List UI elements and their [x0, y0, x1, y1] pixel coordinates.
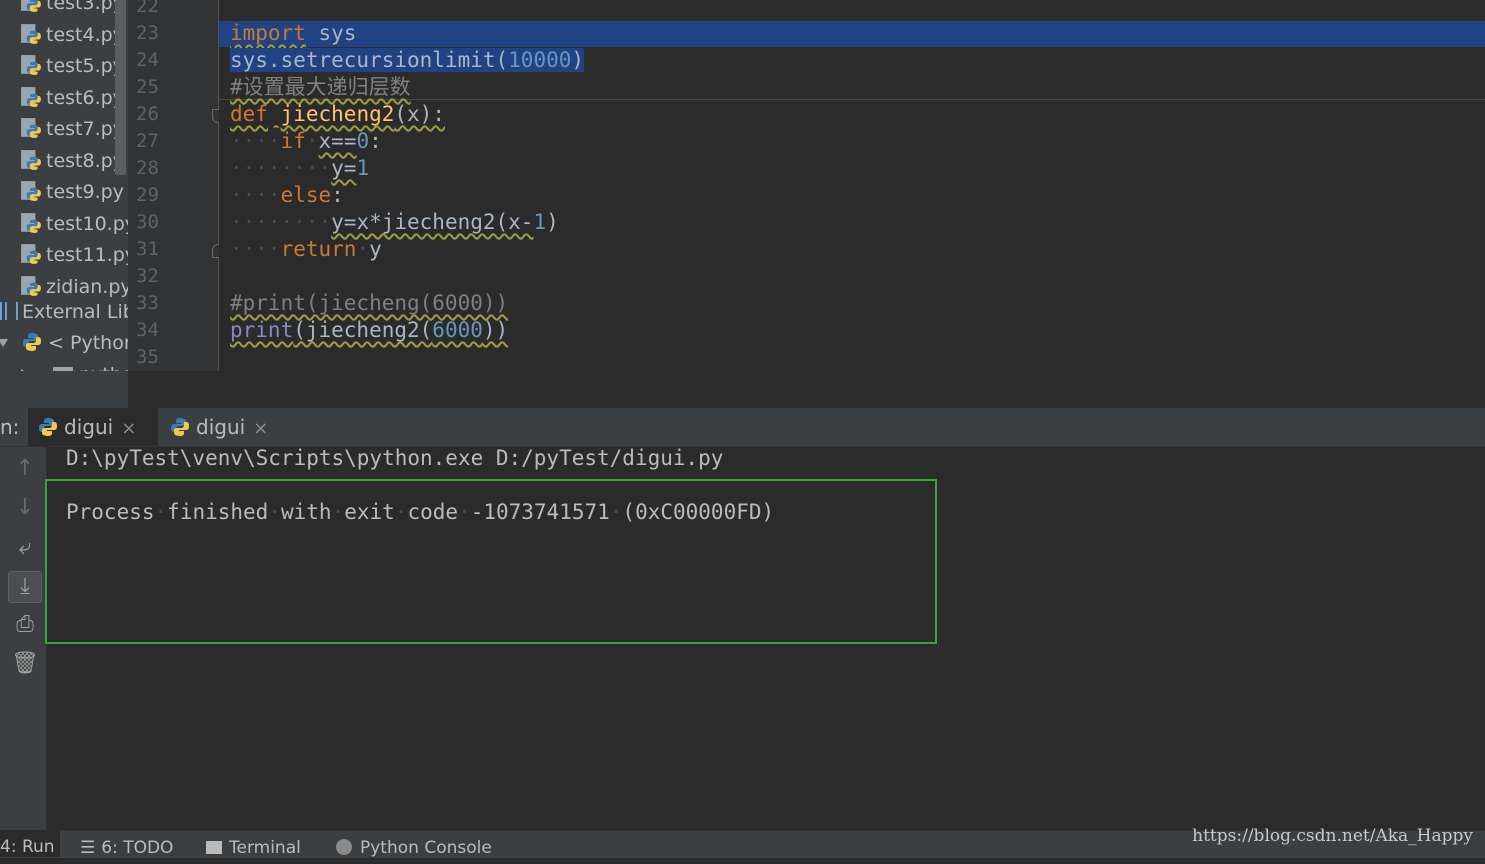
python-icon [23, 333, 42, 351]
tree-item-test8-py[interactable]: test8.py [20, 146, 124, 176]
code-line-28[interactable]: ········y=1 [230, 155, 369, 182]
tree-item-label: test10.py [46, 212, 137, 235]
tree-item-label: test6.py [46, 86, 124, 109]
code-line-31[interactable]: ····return·y [230, 236, 382, 263]
tree-item-label: test8.py [46, 149, 124, 172]
tree-item-test3-py[interactable]: test3.py [20, 0, 124, 18]
python-file-icon [21, 118, 41, 138]
close-tab-icon[interactable]: × [253, 418, 268, 439]
todo-tool-button[interactable]: ☰ 6: TODO [80, 836, 173, 860]
tree-item-label: test9.py [46, 181, 124, 203]
line-number: 33 [136, 292, 159, 314]
down-arrow-icon[interactable]: ↓ [10, 493, 40, 523]
line-number: 27 [136, 130, 159, 152]
terminal-tool-button[interactable]: Terminal [206, 836, 301, 860]
python-file-icon [21, 244, 41, 264]
watermark: https://blog.csdn.net/Aka_Happy [1192, 826, 1473, 846]
code-line-26[interactable]: def jiecheng2(x): [230, 101, 445, 128]
code-line-29[interactable]: ····else: [230, 182, 344, 209]
python-file-icon [21, 212, 41, 233]
python-console-icon [336, 839, 352, 855]
highlight-annotation-box [45, 479, 937, 644]
line-number: 26 [136, 103, 159, 125]
tree-item-test4-py[interactable]: test4.py [20, 20, 124, 50]
line-number: 22 [136, 0, 159, 17]
run-panel-prefix: n: [0, 415, 20, 439]
line-number: 24 [136, 49, 159, 71]
line-number: 28 [136, 157, 159, 179]
tree-item-test7-py[interactable]: test7.py [20, 114, 124, 144]
python-sdk-label: < Python [48, 332, 136, 354]
line-number: 34 [136, 319, 159, 341]
python-file-icon [21, 55, 41, 75]
close-tab-icon[interactable]: × [121, 418, 136, 439]
python-console-tool-button[interactable]: Python Console [336, 836, 492, 860]
code-line-30[interactable]: ········y=x*jiecheng2(x-1) [230, 209, 559, 236]
expand-arrow-icon [0, 339, 8, 347]
tree-item-test6-py[interactable]: test6.py [20, 83, 124, 113]
code-line-25[interactable]: #设置最大递归层数 [230, 74, 411, 101]
python-file-icon [21, 0, 41, 12]
scroll-to-end-icon[interactable]: ⤓ [8, 571, 42, 603]
library-icon [0, 302, 18, 320]
console-command-line: D:\pyTest\venv\Scripts\python.exe D:/pyT… [66, 446, 724, 470]
python-sdk-node[interactable]: < Python [0, 328, 136, 358]
run-tab-digui-2[interactable]: digui × [160, 408, 290, 446]
tree-item-label: zidian.py [46, 275, 132, 298]
panel-splitter[interactable] [128, 371, 1485, 408]
line-number: 31 [136, 238, 159, 260]
python-icon [39, 418, 57, 436]
python-file-icon [21, 23, 41, 44]
run-tool-button[interactable]: 4: Run [0, 830, 60, 857]
tree-item-test11-py[interactable]: test11.py [20, 240, 136, 270]
run-tab-digui-1[interactable]: digui × [28, 408, 158, 446]
code-line-34[interactable]: print(jiecheng2(6000)) [230, 317, 508, 344]
list-icon: ☰ [80, 838, 96, 858]
tree-item-test10-py[interactable]: test10.py [20, 209, 136, 239]
project-tree-bottom [0, 371, 128, 408]
line-number: 23 [136, 22, 159, 44]
code-line-27[interactable]: ····if·x==0: [230, 128, 382, 155]
tree-item-label: test7.py [46, 118, 124, 140]
python-file-icon [21, 86, 41, 107]
line-number: 32 [136, 265, 159, 287]
tree-item-test9-py[interactable]: test9.py [20, 177, 124, 207]
tab-label: digui [64, 415, 114, 439]
up-arrow-icon[interactable]: ↑ [10, 454, 40, 484]
tree-item-label: test11.py [46, 244, 137, 266]
tree-scrollbar[interactable] [115, 0, 126, 175]
code-line-23[interactable]: import sys [230, 20, 356, 47]
tree-item-label: test5.py [46, 55, 124, 77]
python-icon [171, 418, 189, 436]
code-line-33[interactable]: #print(jiecheng(6000)) [230, 290, 508, 317]
tree-item-label: test3.py [46, 0, 124, 14]
python-file-icon [21, 181, 41, 201]
selection-highlight [219, 21, 1485, 47]
tree-item-label: test4.py [46, 23, 124, 46]
tree-item-test5-py[interactable]: test5.py [20, 51, 124, 81]
tab-label: digui [196, 415, 246, 439]
trash-icon[interactable]: 🗑 [10, 649, 40, 679]
terminal-icon [206, 841, 222, 854]
line-number: 30 [136, 211, 159, 233]
python-file-icon [21, 149, 41, 170]
print-icon[interactable]: ⎙ [10, 610, 40, 640]
code-line-24[interactable]: sys.setrecursionlimit(10000) [230, 47, 585, 74]
soft-wrap-icon[interactable]: ⤶ [10, 533, 40, 563]
python-file-icon [21, 275, 41, 296]
line-number: 35 [136, 346, 159, 368]
line-number: 25 [136, 76, 159, 98]
line-number: 29 [136, 184, 159, 206]
